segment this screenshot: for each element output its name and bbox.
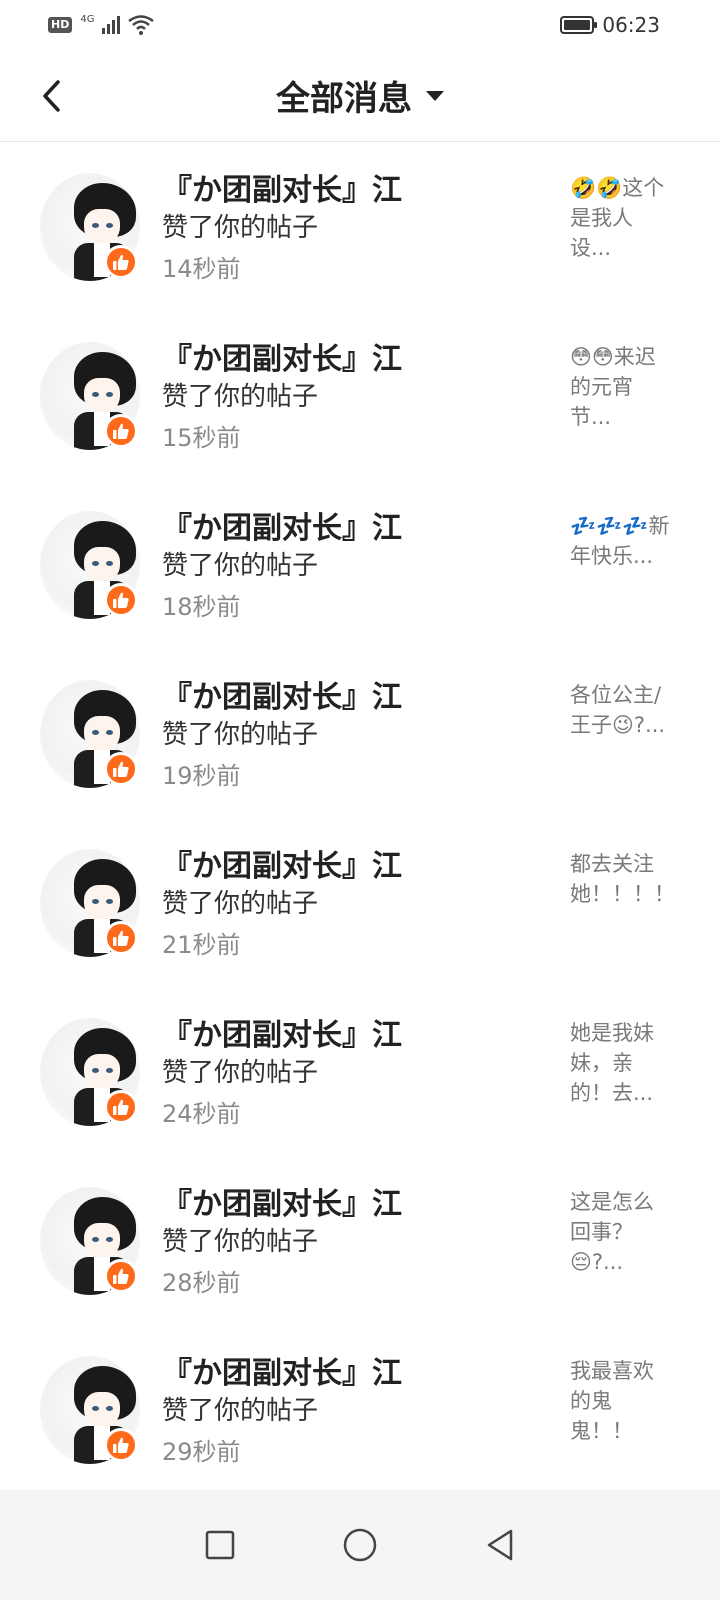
message-sender-name[interactable]: 『か团副对长』江 bbox=[162, 1010, 402, 1054]
message-action-text: 赞了你的帖子 bbox=[162, 889, 319, 919]
message-timestamp: 24秒前 bbox=[162, 1100, 241, 1128]
title-dropdown[interactable]: 全部消息 bbox=[276, 71, 444, 120]
message-item[interactable]: 『か团副对长』江 赞了你的帖子 18秒前 💤💤💤新年快乐... bbox=[0, 481, 720, 650]
avatar-wrap[interactable] bbox=[40, 1356, 140, 1464]
message-action-text: 赞了你的帖子 bbox=[162, 551, 319, 581]
avatar-wrap[interactable] bbox=[40, 342, 140, 450]
avatar-wrap[interactable] bbox=[40, 1187, 140, 1295]
avatar-wrap[interactable] bbox=[40, 849, 140, 957]
signal-icon bbox=[102, 16, 121, 34]
message-timestamp: 28秒前 bbox=[162, 1269, 241, 1297]
nav-home-button[interactable] bbox=[335, 1520, 385, 1570]
avatar-wrap[interactable] bbox=[40, 680, 140, 788]
system-nav-bar bbox=[0, 1490, 720, 1600]
message-action-text: 赞了你的帖子 bbox=[162, 1396, 319, 1426]
page-title: 全部消息 bbox=[276, 79, 412, 119]
thumbs-up-icon bbox=[104, 1259, 138, 1293]
avatar-wrap[interactable] bbox=[40, 511, 140, 619]
network-label: 4G bbox=[80, 13, 95, 25]
message-timestamp: 18秒前 bbox=[162, 593, 241, 621]
message-item[interactable]: 『か团副对长』江 赞了你的帖子 24秒前 她是我妹妹，亲的！去... bbox=[0, 988, 720, 1157]
battery-icon bbox=[560, 16, 598, 34]
message-item[interactable]: 『か团副对长』江 赞了你的帖子 15秒前 😳😳来迟的元宵节... bbox=[0, 312, 720, 481]
thumbs-up-icon bbox=[104, 921, 138, 955]
message-action-text: 赞了你的帖子 bbox=[162, 720, 319, 750]
message-sender-name[interactable]: 『か团副对长』江 bbox=[162, 503, 402, 547]
thumbs-up-icon bbox=[104, 583, 138, 617]
avatar-wrap[interactable] bbox=[40, 1018, 140, 1126]
message-list: 『か团副对长』江 赞了你的帖子 14秒前 🤣🤣这个是我人设... 『か团副对长』… bbox=[0, 143, 720, 1495]
chevron-left-icon bbox=[43, 80, 60, 112]
message-sender-name[interactable]: 『か团副对长』江 bbox=[162, 672, 402, 716]
message-sender-name[interactable]: 『か团副对长』江 bbox=[162, 334, 402, 378]
message-timestamp: 14秒前 bbox=[162, 255, 241, 283]
message-sender-name[interactable]: 『か团副对长』江 bbox=[162, 841, 402, 885]
message-timestamp: 19秒前 bbox=[162, 762, 241, 790]
message-item[interactable]: 『か团副对长』江 赞了你的帖子 14秒前 🤣🤣这个是我人设... bbox=[0, 143, 720, 312]
nav-back-button[interactable] bbox=[475, 1520, 525, 1570]
post-preview[interactable]: 各位公主/王子😉?... bbox=[570, 680, 674, 740]
message-timestamp: 21秒前 bbox=[162, 931, 241, 959]
message-item[interactable]: 『か团副对长』江 赞了你的帖子 21秒前 都去关注她！！！！！ bbox=[0, 819, 720, 988]
post-preview[interactable]: 她是我妹妹，亲的！去... bbox=[570, 1018, 674, 1108]
header: 全部消息 bbox=[0, 50, 720, 142]
avatar-wrap[interactable] bbox=[40, 173, 140, 281]
message-sender-name[interactable]: 『か团副对长』江 bbox=[162, 1348, 402, 1392]
thumbs-up-icon bbox=[104, 1428, 138, 1462]
nav-recent-button[interactable] bbox=[195, 1520, 245, 1570]
status-time: 06:23 bbox=[602, 13, 660, 37]
message-item[interactable]: 『か团副对长』江 赞了你的帖子 19秒前 各位公主/王子😉?... bbox=[0, 650, 720, 819]
circle-icon bbox=[343, 1528, 377, 1562]
post-preview[interactable]: 💤💤💤新年快乐... bbox=[570, 511, 674, 571]
message-action-text: 赞了你的帖子 bbox=[162, 213, 319, 243]
status-right: 06:23 bbox=[560, 13, 660, 37]
post-preview[interactable]: 😳😳来迟的元宵节... bbox=[570, 342, 674, 432]
message-item[interactable]: 『か团副对长』江 赞了你的帖子 29秒前 我最喜欢的鬼鬼！！丶... bbox=[0, 1326, 720, 1495]
message-sender-name[interactable]: 『か团副对长』江 bbox=[162, 1179, 402, 1223]
message-action-text: 赞了你的帖子 bbox=[162, 1227, 319, 1257]
hd-badge: HD bbox=[48, 17, 73, 33]
message-sender-name[interactable]: 『か团副对长』江 bbox=[162, 165, 402, 209]
post-preview[interactable]: 这是怎么回事？😔?... bbox=[570, 1187, 674, 1277]
thumbs-up-icon bbox=[104, 414, 138, 448]
message-item[interactable]: 『か团副对长』江 赞了你的帖子 28秒前 这是怎么回事？😔?... bbox=[0, 1157, 720, 1326]
wifi-icon bbox=[128, 15, 155, 35]
thumbs-up-icon bbox=[104, 752, 138, 786]
thumbs-up-icon bbox=[104, 1090, 138, 1124]
post-preview[interactable]: 都去关注她！！！！！ bbox=[570, 849, 674, 909]
message-timestamp: 15秒前 bbox=[162, 424, 241, 452]
message-action-text: 赞了你的帖子 bbox=[162, 382, 319, 412]
caret-down-icon bbox=[426, 90, 444, 101]
status-bar: HD 4G 06:23 bbox=[0, 0, 720, 50]
post-preview[interactable]: 🤣🤣这个是我人设... bbox=[570, 173, 674, 263]
post-preview[interactable]: 我最喜欢的鬼鬼！！丶... bbox=[570, 1356, 674, 1448]
message-action-text: 赞了你的帖子 bbox=[162, 1058, 319, 1088]
thumbs-up-icon bbox=[104, 245, 138, 279]
message-timestamp: 29秒前 bbox=[162, 1438, 241, 1466]
square-icon bbox=[205, 1530, 235, 1560]
status-left: HD 4G bbox=[48, 13, 155, 35]
back-button[interactable] bbox=[32, 76, 72, 116]
triangle-back-icon bbox=[487, 1529, 513, 1561]
